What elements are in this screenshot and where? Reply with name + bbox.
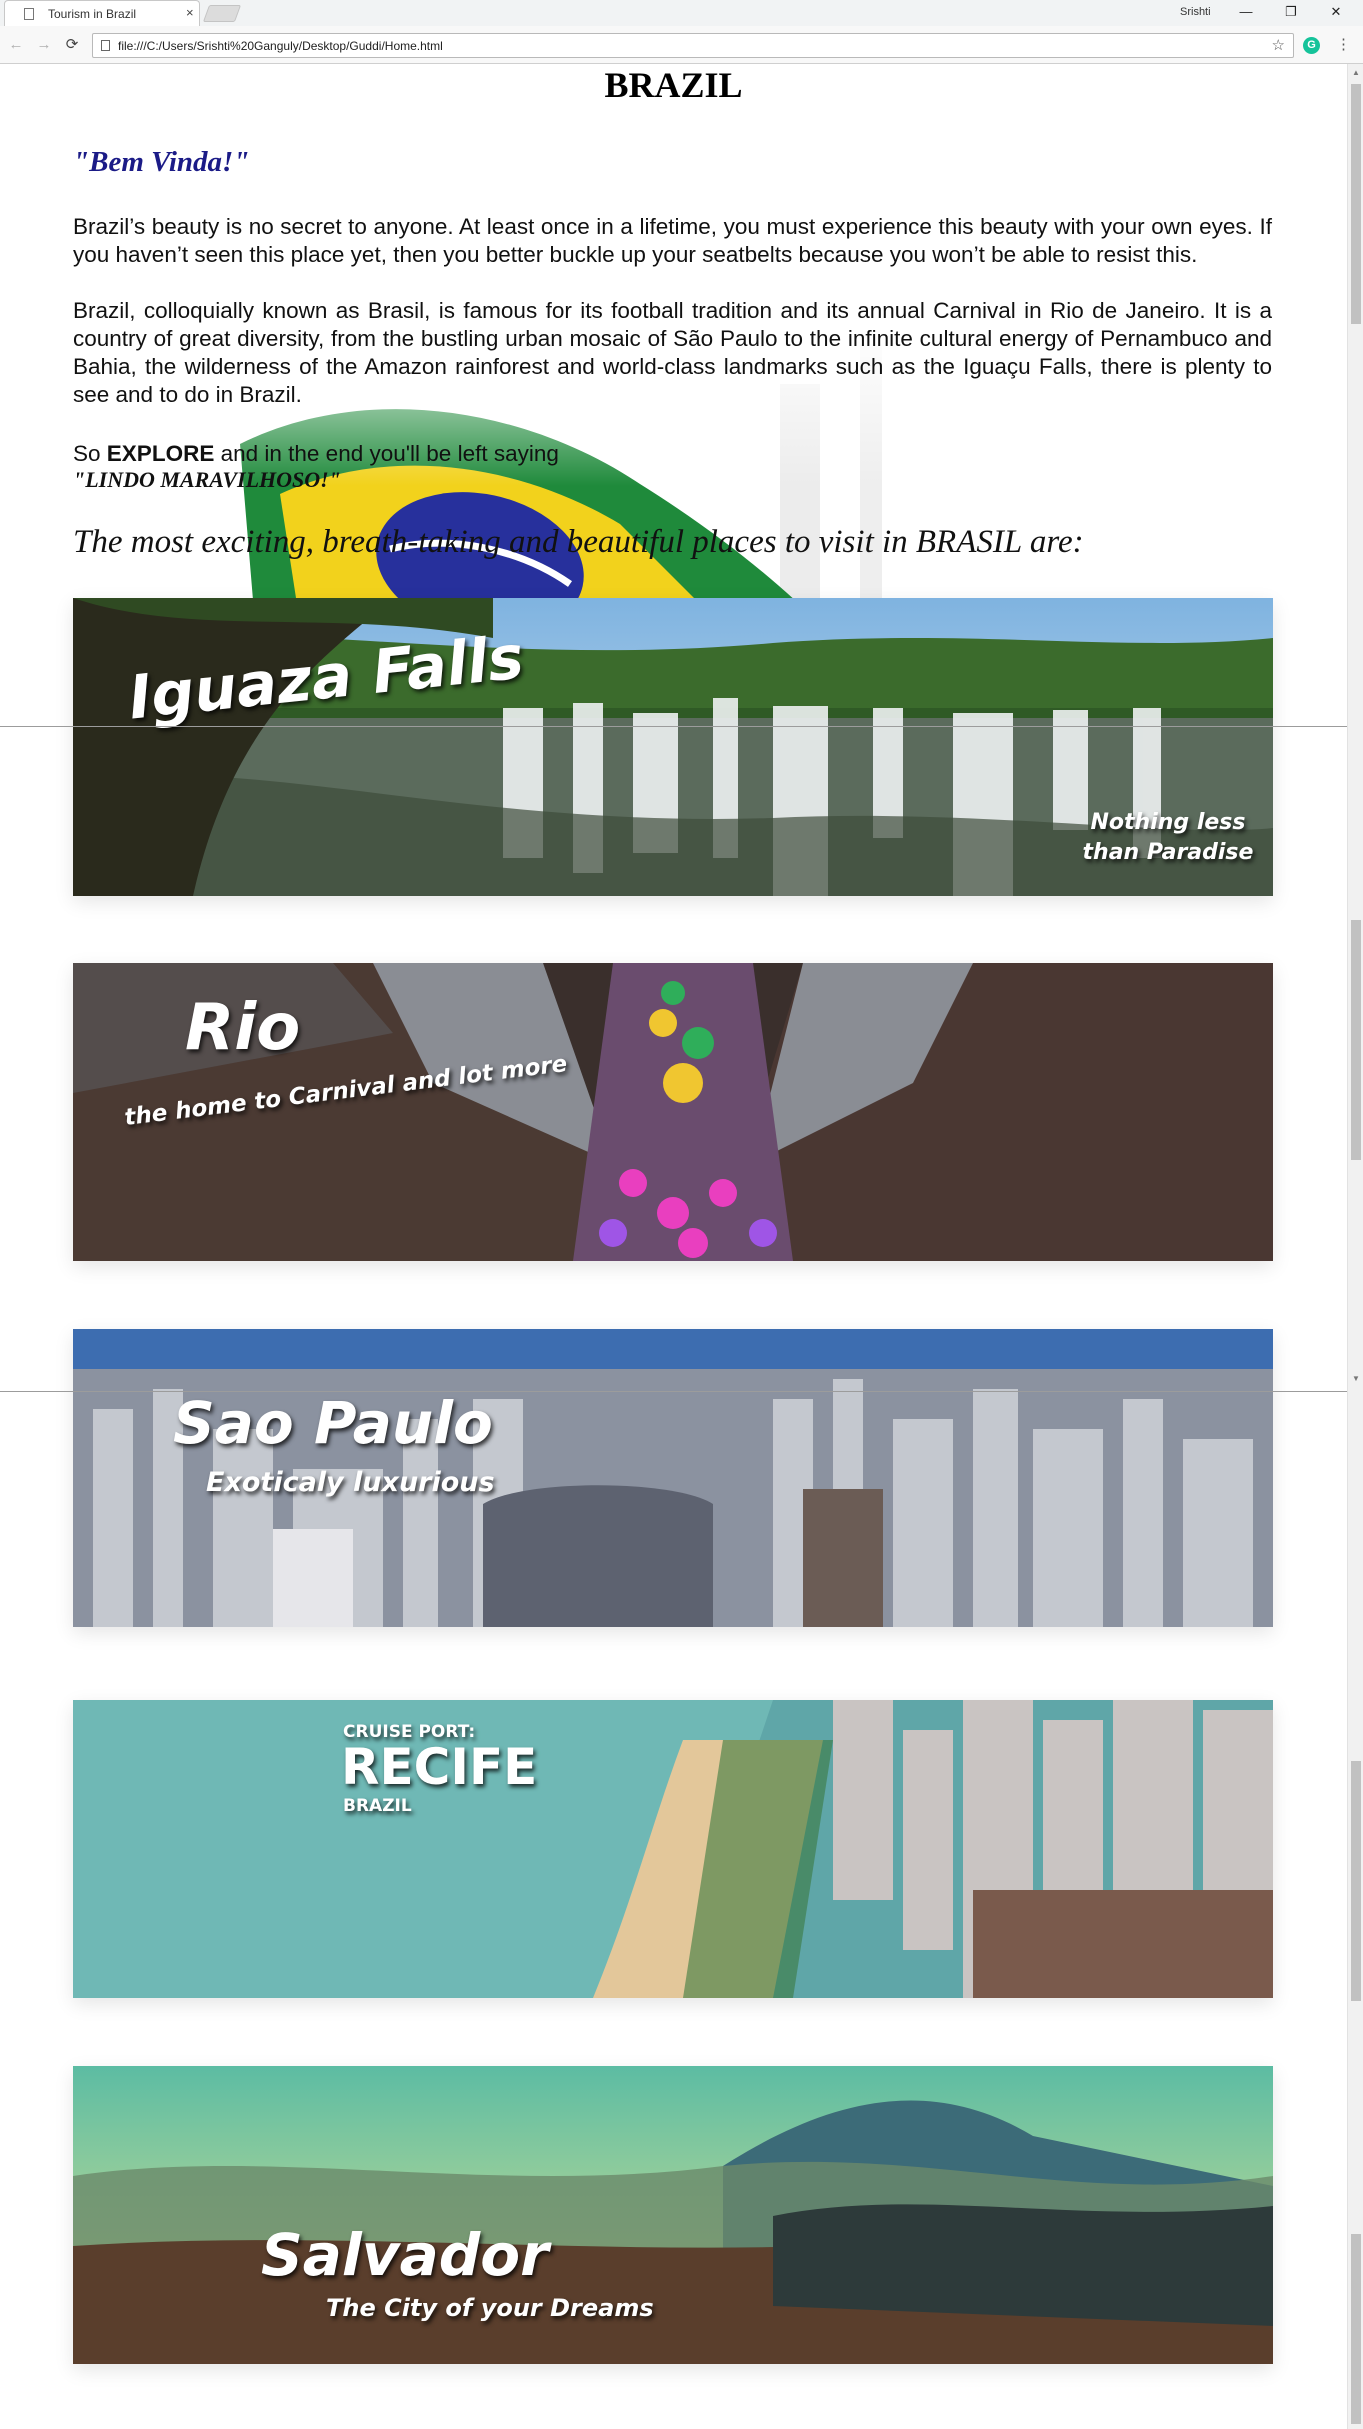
explore-line: So EXPLORE and in the end you'll be left… xyxy=(73,440,1272,468)
scroll-thumb[interactable] xyxy=(1351,84,1361,324)
stitch-divider xyxy=(0,1391,1363,1392)
banner-recife[interactable]: CRUISE PORT: RECIFE BRAZIL xyxy=(73,1700,1273,1998)
rio-title: Rio xyxy=(185,991,301,1065)
banner-salvador[interactable]: Salvador The City of your Dreams xyxy=(73,2066,1273,2364)
salvador-title: Salvador xyxy=(261,2221,549,2289)
banner-rio[interactable]: Rio the home to Carnival and lot more xyxy=(73,963,1273,1261)
close-window-button[interactable]: ✕ xyxy=(1324,2,1348,22)
page-viewport: BRAZIL "Bem Vinda!" Brazil’s beauty is n… xyxy=(0,64,1347,2429)
page-title: BRAZIL xyxy=(604,65,743,105)
recife-beach-image xyxy=(73,1700,1273,1998)
banner-iguazu-falls[interactable]: Iguaza Falls Nothing less than Paradise xyxy=(73,598,1273,896)
scroll-thumb[interactable] xyxy=(1351,920,1361,1160)
explore-word: EXPLORE xyxy=(106,441,215,466)
file-icon xyxy=(101,40,110,51)
page-icon xyxy=(24,8,34,20)
banner-sao-paulo[interactable]: Sao Paulo Exoticaly luxurious xyxy=(73,1329,1273,1627)
browser-menu-icon[interactable]: ⋮ xyxy=(1336,35,1351,53)
scroll-thumb[interactable] xyxy=(1351,1761,1361,2001)
intro-paragraph: Brazil’s beauty is no secret to anyone. … xyxy=(73,214,1272,267)
brazil-description-paragraph: Brazil, colloquially known as Brasil, is… xyxy=(73,298,1272,407)
greeting-heading: "Bem Vinda!" xyxy=(73,146,250,178)
profile-name[interactable]: Srishti xyxy=(1180,6,1211,18)
restore-button[interactable]: ❐ xyxy=(1279,2,1303,22)
reload-icon[interactable]: ⟳ xyxy=(62,35,82,55)
minimize-button[interactable]: — xyxy=(1234,2,1258,22)
vertical-scrollbar[interactable]: ▲ ▼ xyxy=(1347,64,1363,2429)
recife-title: RECIFE xyxy=(341,1738,538,1796)
places-heading: The most exciting, breath-taking and bea… xyxy=(73,524,1084,560)
back-arrow-icon[interactable]: ← xyxy=(6,35,26,55)
grammarly-extension-icon[interactable]: G xyxy=(1303,37,1320,54)
title-bar: Tourism in Brazil × Srishti — ❐ ✕ xyxy=(0,0,1363,26)
sao-paulo-tagline: Exoticaly luxurious xyxy=(206,1467,495,1498)
new-tab-button[interactable] xyxy=(202,5,242,22)
lindo-maravilhoso-quote: "LINDO MARAVILHOSO!" xyxy=(73,467,341,492)
salvador-tagline: The City of your Dreams xyxy=(326,2294,654,2322)
explore-suffix: and in the end you'll be left saying xyxy=(220,441,559,466)
url-text[interactable]: file:///C:/Users/Srishti%20Ganguly/Deskt… xyxy=(118,39,443,53)
scroll-down-arrow-icon[interactable]: ▼ xyxy=(1352,1374,1360,1383)
forward-arrow-icon[interactable]: → xyxy=(34,35,54,55)
tab-title: Tourism in Brazil xyxy=(48,7,137,21)
scroll-thumb[interactable] xyxy=(1351,2234,1361,2424)
salvador-landscape-image xyxy=(73,2066,1273,2364)
address-bar[interactable]: file:///C:/Users/Srishti%20Ganguly/Deskt… xyxy=(92,33,1294,58)
sao-paulo-title: Sao Paulo xyxy=(173,1389,493,1457)
browser-toolbar: ← → ⟳ file:///C:/Users/Srishti%20Ganguly… xyxy=(0,26,1363,64)
explore-prefix: So xyxy=(73,441,101,466)
browser-tab[interactable]: Tourism in Brazil × xyxy=(4,0,200,26)
stitch-divider xyxy=(0,726,1363,727)
bookmark-star-icon[interactable]: ☆ xyxy=(1272,36,1285,54)
tab-close-icon[interactable]: × xyxy=(186,5,194,21)
iguazu-tagline: Nothing less than Paradise xyxy=(1082,810,1254,865)
scroll-up-arrow-icon[interactable]: ▲ xyxy=(1352,68,1360,77)
recife-country: BRAZIL xyxy=(343,1796,412,1816)
